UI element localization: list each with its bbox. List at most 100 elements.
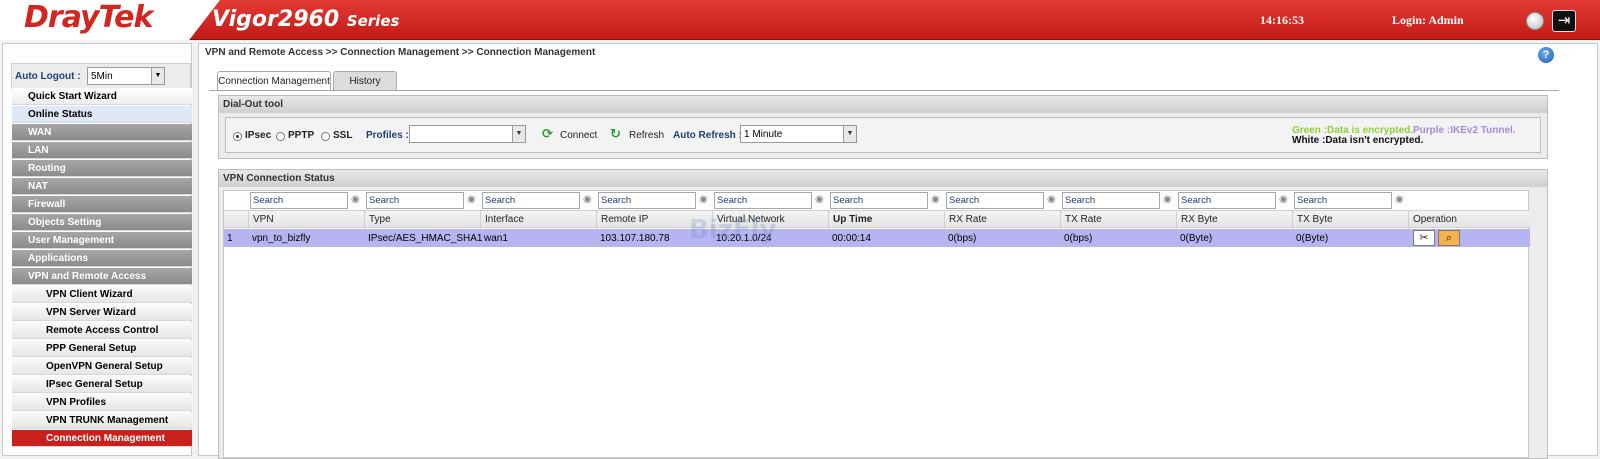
refresh-button[interactable]: Refresh [629, 130, 664, 141]
profiles-select[interactable]: ▼ [409, 125, 526, 143]
column-header-operation[interactable]: Operation [1413, 214, 1457, 225]
connect-button[interactable]: Connect [560, 130, 597, 141]
search-clear-icon[interactable]: ◉ [1279, 194, 1293, 206]
radio-ssl-label: SSL [333, 130, 353, 141]
sidebar-item-ipsec-general-setup[interactable]: IPsec General Setup [12, 376, 192, 393]
dialout-tool-group: Dial-Out tool IPsec PPTP SSL Profiles : … [218, 95, 1548, 159]
column-header-rx-byte[interactable]: RX Byte [1181, 214, 1218, 225]
tab-connection-management[interactable]: Connection Management [217, 71, 331, 91]
column-header-vpn[interactable]: VPN [253, 214, 274, 225]
column-separator [1176, 211, 1177, 229]
search-input-remote-ip[interactable]: Search [598, 192, 696, 209]
search-input-virtual-network[interactable]: Search [714, 192, 812, 209]
sidebar-item-online-status[interactable]: Online Status [12, 106, 192, 123]
column-separator [1292, 211, 1293, 229]
disconnect-icon[interactable]: ✂ [1413, 230, 1435, 246]
search-input-interface[interactable]: Search [482, 192, 580, 209]
search-clear-icon[interactable]: ◉ [1047, 194, 1061, 206]
cell-interface: wan1 [484, 233, 508, 244]
sidebar-item-wan[interactable]: WAN [12, 124, 192, 141]
sidebar-item-firewall[interactable]: Firewall [12, 196, 192, 213]
sidebar-item-ppp-general-setup[interactable]: PPP General Setup [12, 340, 192, 357]
sidebar-item-vpn-server-wizard[interactable]: VPN Server Wizard [12, 304, 192, 321]
sidebar-item-quick-start-wizard[interactable]: Quick Start Wizard [12, 88, 192, 105]
search-clear-icon[interactable]: ◉ [931, 194, 945, 206]
cell-index: 1 [227, 233, 233, 244]
auto-refresh-select[interactable]: 1 Minute ▼ [740, 125, 857, 143]
dialout-tool-body: IPsec PPTP SSL Profiles : ▼ ⟳ Connect ↻ … [225, 117, 1541, 153]
sidebar-item-vpn-client-wizard[interactable]: VPN Client Wizard [12, 286, 192, 303]
search-input-tx-rate[interactable]: Search [1062, 192, 1160, 209]
tab-history[interactable]: History [333, 71, 397, 90]
connect-icon[interactable]: ⟳ [542, 127, 555, 140]
radio-ipsec[interactable] [233, 132, 242, 141]
search-clear-icon[interactable]: ◉ [1395, 194, 1409, 206]
sidebar-item-objects-setting[interactable]: Objects Setting [12, 214, 192, 231]
details-icon[interactable]: ⌕ [1438, 230, 1460, 246]
sidebar-item-user-management[interactable]: User Management [12, 232, 192, 249]
logout-icon[interactable]: ⇥ [1552, 10, 1576, 32]
column-header-up-time[interactable]: Up Time [833, 214, 872, 225]
sidebar-item-vpn-profiles[interactable]: VPN Profiles [12, 394, 192, 411]
cell-rx-rate: 0(bps) [948, 233, 977, 244]
column-header-type[interactable]: Type [369, 214, 391, 225]
sidebar-item-connection-management[interactable]: Connection Management [12, 430, 192, 447]
search-clear-icon[interactable]: ◉ [583, 194, 597, 206]
column-header-rx-rate[interactable]: RX Rate [949, 214, 987, 225]
legend-purple: Purple :IKEv2 Tunnel. [1413, 125, 1516, 136]
product-name: Vigor2960 Series [212, 7, 399, 32]
refresh-icon[interactable]: ↻ [610, 127, 623, 140]
search-input-tx-byte[interactable]: Search [1294, 192, 1392, 209]
search-input-type[interactable]: Search [366, 192, 464, 209]
search-input-rx-byte[interactable]: Search [1178, 192, 1276, 209]
column-header-remote-ip[interactable]: Remote IP [601, 214, 648, 225]
radio-ssl[interactable] [321, 132, 330, 141]
notification-icon[interactable] [1526, 12, 1544, 30]
sidebar-item-vpn-trunk-management[interactable]: VPN TRUNK Management [12, 412, 192, 429]
search-clear-icon[interactable]: ◉ [467, 194, 481, 206]
auto-logout-select[interactable]: 5Min ▼ [87, 67, 165, 85]
vpn-status-table: Search ◉ Search ◉ Search ◉ Search ◉ Search ◉ Searc… [223, 190, 1530, 458]
search-clear-icon[interactable]: ◉ [699, 194, 713, 206]
sidebar-item-vpn-and-remote-access[interactable]: VPN and Remote Access [12, 268, 192, 285]
radio-pptp-label: PPTP [288, 130, 315, 141]
radio-pptp[interactable] [276, 132, 285, 141]
column-separator [596, 211, 597, 229]
profiles-label: Profiles : [366, 130, 409, 141]
chevron-down-icon[interactable]: ▼ [151, 68, 164, 84]
column-separator [248, 211, 249, 229]
search-input-up-time[interactable]: Search [830, 192, 928, 209]
cell-tx-byte: 0(Byte) [1296, 233, 1329, 244]
search-clear-icon[interactable]: ◉ [1163, 194, 1177, 206]
product-series: Series [346, 12, 400, 30]
chevron-down-icon[interactable]: ▼ [512, 126, 525, 142]
column-header-interface[interactable]: Interface [485, 214, 524, 225]
cell-remote-ip: 103.107.180.78 [600, 233, 670, 244]
chevron-down-icon[interactable]: ▼ [843, 126, 856, 142]
watermark: BizFly [689, 215, 777, 245]
search-clear-icon[interactable]: ◉ [815, 194, 829, 206]
sidebar-item-lan[interactable]: LAN [12, 142, 192, 159]
main-panel: VPN and Remote Access >> Connection Mana… [198, 43, 1598, 459]
tab-divider [209, 90, 1559, 91]
sidebar-item-openvpn-general-setup[interactable]: OpenVPN General Setup [12, 358, 192, 375]
sidebar-item-applications[interactable]: Applications [12, 250, 192, 267]
search-clear-icon[interactable]: ◉ [351, 194, 365, 206]
sidebar-item-remote-access-control[interactable]: Remote Access Control [12, 322, 192, 339]
sidebar-item-nat[interactable]: NAT [12, 178, 192, 195]
table-row[interactable]: 1 vpn_to_bizfly IPsec/AES_HMAC_SHA1 wan1 103… [224, 229, 1530, 247]
column-header-tx-rate[interactable]: TX Rate [1065, 214, 1102, 225]
radio-ipsec-label: IPsec [245, 130, 272, 141]
sidebar-item-routing[interactable]: Routing [12, 160, 192, 177]
login-status: Login: Admin [1392, 13, 1464, 27]
help-icon[interactable]: ? [1538, 47, 1554, 63]
dialout-tool-title: Dial-Out tool [219, 96, 1547, 113]
search-input-rx-rate[interactable]: Search [946, 192, 1044, 209]
search-input-vpn[interactable]: Search [250, 192, 348, 209]
logo-area: DrayTek [0, 0, 220, 40]
column-header-tx-byte[interactable]: TX Byte [1297, 214, 1333, 225]
draytek-logo: DrayTek [24, 0, 153, 35]
cell-tx-rate: 0(bps) [1064, 233, 1093, 244]
system-clock: 14:16:53 [1260, 13, 1304, 27]
vpn-connection-status-title: VPN Connection Status [219, 170, 1547, 187]
